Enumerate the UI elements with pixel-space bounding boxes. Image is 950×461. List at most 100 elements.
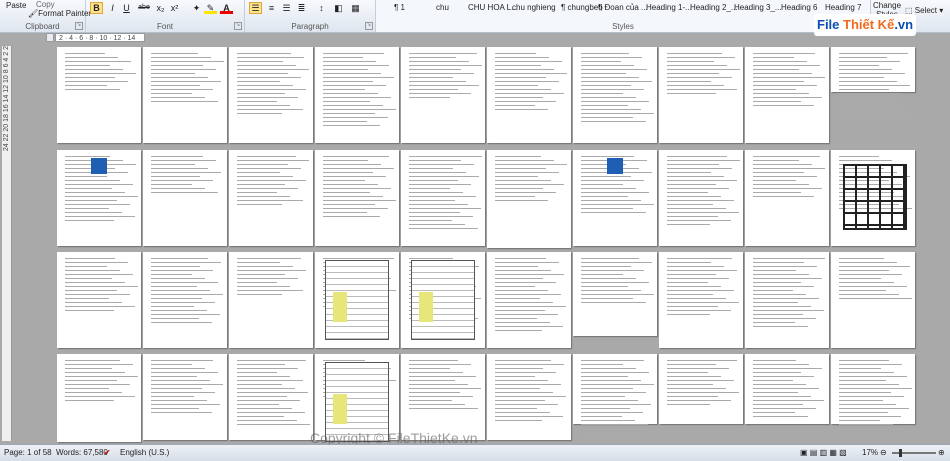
style-item[interactable]: Heading 7 [825,3,861,12]
underline-button[interactable]: U [120,2,133,14]
shading-icon[interactable]: ◧ [332,2,345,14]
page-thumbnail[interactable] [487,47,571,143]
align-center-icon[interactable]: ≡ [265,2,278,14]
style-item[interactable]: ¶ chungbeo [561,3,603,12]
style-item[interactable]: ¶ Đoan của ... [598,3,648,12]
style-item[interactable]: chu nghieng [512,3,556,12]
strikethrough-button[interactable]: abe [134,2,154,14]
page-thumbnail[interactable] [745,252,829,348]
proofing-icon[interactable]: ✔ [104,445,111,461]
text-line [323,168,394,169]
page-count[interactable]: Page: 1 of 58 [4,445,52,461]
page-thumbnail[interactable] [659,252,743,348]
superscript-button[interactable]: x² [168,2,181,14]
page-thumbnail[interactable] [401,150,485,246]
zoom-in-icon[interactable]: ⊕ [938,445,945,461]
zoom-level[interactable]: 17% [862,445,878,461]
text-line [237,266,293,267]
justify-icon[interactable]: ≣ [295,2,308,14]
style-item[interactable]: ¶ 1 [394,3,405,12]
page-thumbnail[interactable] [315,150,399,246]
italic-button[interactable]: I [106,2,119,14]
page-thumbnail[interactable] [745,150,829,246]
page-thumbnail[interactable] [573,354,657,433]
page-thumbnail[interactable] [315,47,399,143]
zoom-out-icon[interactable]: ⊖ [880,445,887,461]
borders-icon[interactable]: ▦ [349,2,362,14]
page-thumbnail[interactable] [831,354,915,429]
text-line [667,302,739,303]
style-item[interactable]: Heading 1-... [646,3,692,12]
page-thumbnail[interactable] [659,150,743,246]
subscript-button[interactable]: x₂ [154,2,167,14]
copy-button[interactable]: Copy [36,0,55,9]
font-launcher-icon[interactable]: ↘ [234,22,242,30]
view-buttons[interactable]: ▣ ▤ ▥ ▦ ▧ [800,445,847,461]
university-logo-icon [91,158,107,174]
highlight-color-icon[interactable]: ✎ [204,2,217,14]
page-thumbnail[interactable] [573,47,657,143]
style-item[interactable]: chu [436,3,449,12]
page-thumbnail[interactable] [315,252,399,348]
page-thumbnail[interactable] [487,150,571,248]
page-thumbnail[interactable] [401,252,485,348]
page-thumbnail[interactable] [229,47,313,143]
paste-button[interactable]: Paste [6,1,26,10]
page-thumbnail[interactable] [229,150,313,246]
text-effects-icon[interactable]: ✦ [190,2,203,14]
language-indicator[interactable]: English (U.S.) [120,445,169,461]
page-thumbnail[interactable] [143,252,227,348]
text-line [753,77,825,78]
text-line [409,69,461,70]
text-line [667,184,716,185]
page-thumbnail[interactable] [831,252,915,348]
text-line [581,302,646,303]
page-thumbnail[interactable] [573,150,657,246]
word-count[interactable]: Words: 67,580 [56,445,108,461]
page-thumbnail[interactable] [57,354,141,442]
text-line [753,192,801,193]
page-thumbnail[interactable] [143,354,227,440]
page-thumbnail[interactable] [57,252,141,348]
page-thumbnail[interactable] [659,47,743,143]
style-item[interactable]: Heading 3_... [734,3,782,12]
text-line [495,196,535,197]
align-left-icon[interactable]: ☰ [249,2,262,14]
page-thumbnail[interactable] [831,150,915,246]
page-thumbnail[interactable] [57,150,141,246]
style-item[interactable]: Heading 6 [781,3,817,12]
page-thumbnail[interactable] [831,47,915,118]
style-item[interactable]: Heading 2_... [690,3,738,12]
format-painter-button[interactable]: 🖌Format Painter [28,9,91,18]
text-line [237,93,285,94]
style-item[interactable]: CHU HOA L... [468,3,518,12]
page-thumbnail[interactable] [659,354,743,424]
page-thumbnail[interactable] [143,47,227,143]
text-line [323,164,381,165]
font-color-button[interactable]: A [220,2,233,14]
zoom-slider-thumb[interactable] [899,449,902,457]
page-thumbnail[interactable] [401,354,485,440]
page-thumbnail[interactable] [401,47,485,143]
text-line [667,380,734,381]
clipboard-launcher-icon[interactable]: ↘ [75,22,83,30]
bold-button[interactable]: B [90,2,103,14]
ruler-toggle-button[interactable] [46,33,54,42]
page-thumbnail[interactable] [229,252,313,348]
paragraph-launcher-icon[interactable]: ↘ [365,22,373,30]
align-right-icon[interactable]: ☰ [280,2,293,14]
text-line [409,160,461,161]
text-line [495,286,535,287]
line-spacing-icon[interactable]: ↕ [315,2,328,14]
page-thumbnail[interactable] [745,354,829,424]
page-thumbnail[interactable] [487,354,571,440]
page-thumbnail[interactable] [745,47,829,143]
text-line [753,278,822,279]
page-thumbnail[interactable] [143,150,227,246]
page-thumbnail[interactable] [573,252,657,336]
page-thumbnail[interactable] [57,47,141,143]
page-thumbnail[interactable] [487,252,571,348]
page-thumbnail[interactable] [315,354,399,442]
text-line [753,376,814,377]
page-thumbnail[interactable] [229,354,313,440]
